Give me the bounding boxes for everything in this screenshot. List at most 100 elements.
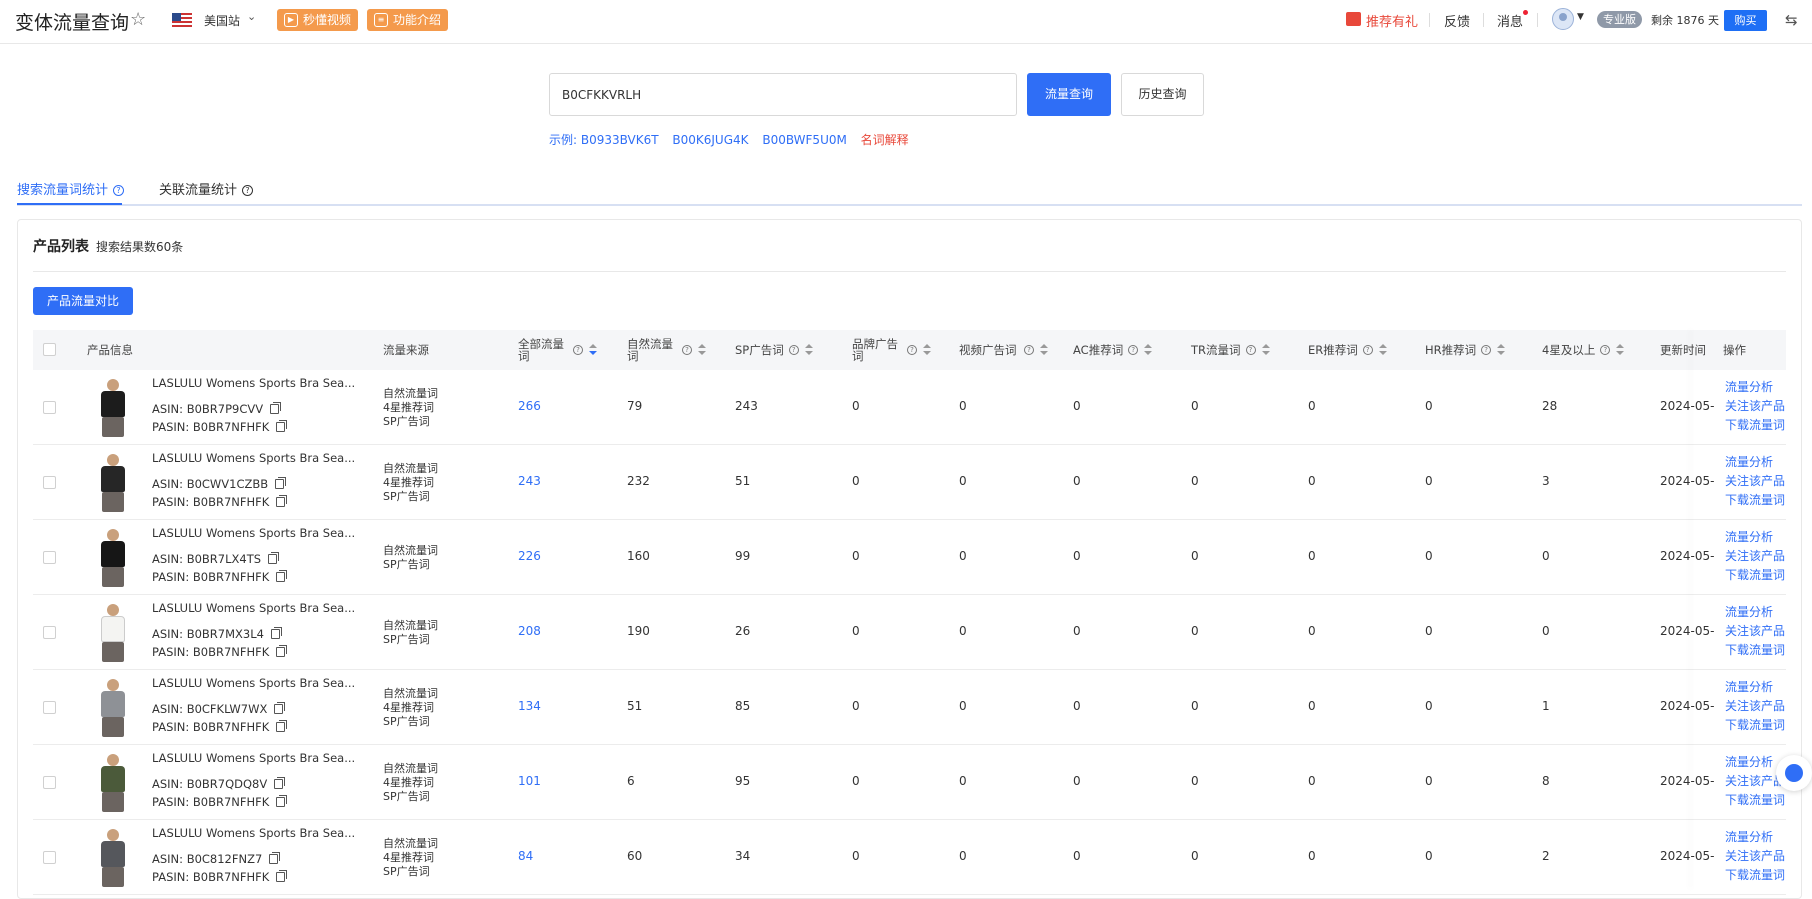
cell-all[interactable]: 266 [518,399,541,413]
select-all-checkbox[interactable] [43,343,56,356]
row-checkbox[interactable] [43,776,56,789]
col-er[interactable]: ER推荐词? [1308,330,1387,370]
cell-all[interactable]: 226 [518,549,541,563]
help-icon[interactable]: ? [1481,345,1492,355]
product-thumbnail[interactable] [93,452,133,512]
product-name[interactable]: LASLULU Womens Sports Bra Sea... [152,601,355,615]
follow-product-link[interactable]: 关注该产品 [1725,847,1785,866]
product-name[interactable]: LASLULU Womens Sports Bra Sea... [152,676,355,690]
product-thumbnail[interactable] [93,752,133,812]
row-checkbox[interactable] [43,476,56,489]
col-brand-ads[interactable]: 品牌广告词? [852,330,931,370]
copy-icon[interactable] [268,552,280,564]
help-icon[interactable]: ? [242,185,254,196]
cell-all[interactable]: 84 [518,849,533,863]
example-asin-2[interactable]: B00K6JUG4K [672,133,748,147]
avatar[interactable] [1552,8,1574,30]
traffic-analysis-link[interactable]: 流量分析 [1725,378,1785,397]
chevron-down-icon[interactable]: ⌄ [247,10,256,23]
copy-icon[interactable] [270,627,282,639]
cell-all[interactable]: 243 [518,474,541,488]
copy-icon[interactable] [276,420,288,432]
follow-product-link[interactable]: 关注该产品 [1725,472,1785,491]
copy-icon[interactable] [274,702,286,714]
help-icon[interactable]: ? [788,345,799,355]
customer-service-icon[interactable] [1776,755,1812,791]
follow-product-link[interactable]: 关注该产品 [1725,622,1785,641]
copy-icon[interactable] [276,645,288,657]
cell-all[interactable]: 134 [518,699,541,713]
follow-product-link[interactable]: 关注该产品 [1725,547,1785,566]
logout-icon[interactable]: ⇆ [1785,11,1798,29]
referral-link[interactable]: 推荐有礼 [1366,11,1418,30]
follow-product-link[interactable]: 关注该产品 [1725,697,1785,716]
row-checkbox[interactable] [43,851,56,864]
help-icon[interactable]: ? [907,345,917,355]
messages-link[interactable]: 消息 [1497,11,1523,30]
row-checkbox[interactable] [43,401,56,414]
copy-icon[interactable] [276,870,288,882]
traffic-analysis-link[interactable]: 流量分析 [1725,678,1785,697]
sort-icon[interactable] [698,344,706,356]
glossary-link[interactable]: 名词解释 [861,133,909,147]
sort-icon[interactable] [1261,344,1270,356]
download-keywords-link[interactable]: 下载流量词 [1725,791,1785,810]
cell-all[interactable]: 101 [518,774,541,788]
product-thumbnail[interactable] [93,677,133,737]
help-icon[interactable]: ? [1024,345,1034,355]
traffic-analysis-link[interactable]: 流量分析 [1725,603,1785,622]
help-icon[interactable]: ? [113,185,125,196]
product-name[interactable]: LASLULU Womens Sports Bra Sea... [152,826,355,840]
product-name[interactable]: LASLULU Womens Sports Bra Sea... [152,376,355,390]
asin-search-input[interactable] [549,73,1017,116]
row-checkbox[interactable] [43,551,56,564]
help-icon[interactable]: ? [1362,345,1373,355]
col-organic[interactable]: 自然流量词? [627,330,706,370]
sort-icon[interactable] [1144,344,1153,356]
caret-down-icon[interactable]: ▼ [1577,12,1584,22]
row-checkbox[interactable] [43,626,56,639]
product-thumbnail[interactable] [93,602,133,662]
video-button[interactable]: ▶ 秒懂视频 [277,9,359,31]
compare-traffic-button[interactable]: 产品流量对比 [33,287,133,315]
sort-icon[interactable] [804,344,813,356]
example-asin-3[interactable]: B00BWF5U0M [762,133,846,147]
buy-button[interactable]: 购买 [1724,10,1767,31]
help-icon[interactable]: ? [1600,345,1611,355]
col-sp-ads[interactable]: SP广告词? [735,330,813,370]
col-four-star[interactable]: 4星及以上? [1542,330,1625,370]
traffic-analysis-link[interactable]: 流量分析 [1725,828,1785,847]
copy-icon[interactable] [276,570,288,582]
help-icon[interactable]: ? [682,345,692,355]
site-selector[interactable]: 美国站 [204,12,240,29]
help-icon[interactable]: ? [1128,345,1139,355]
download-keywords-link[interactable]: 下载流量词 [1725,866,1785,885]
sort-icon[interactable] [589,344,597,356]
col-all-keywords[interactable]: 全部流量词? [518,330,597,370]
sort-icon[interactable] [923,344,931,356]
help-icon[interactable]: ? [573,345,583,355]
col-video-ads[interactable]: 视频广告词? [959,330,1048,370]
help-icon[interactable]: ? [1245,345,1256,355]
tab-search-traffic[interactable]: 搜索流量词统计? [17,179,125,198]
sort-icon[interactable] [1040,344,1048,356]
copy-icon[interactable] [276,495,288,507]
download-keywords-link[interactable]: 下载流量词 [1725,716,1785,735]
tab-related-traffic[interactable]: 关联流量统计? [159,179,254,198]
copy-icon[interactable] [276,795,288,807]
product-name[interactable]: LASLULU Womens Sports Bra Sea... [152,526,355,540]
product-thumbnail[interactable] [93,827,133,887]
row-checkbox[interactable] [43,701,56,714]
example-asin-1[interactable]: B0933BVK6T [581,133,659,147]
cell-all[interactable]: 208 [518,624,541,638]
col-ac[interactable]: AC推荐词? [1073,330,1153,370]
traffic-analysis-link[interactable]: 流量分析 [1725,528,1785,547]
feature-intro-button[interactable]: ≡ 功能介绍 [367,9,449,31]
copy-icon[interactable] [275,477,287,489]
download-keywords-link[interactable]: 下载流量词 [1725,641,1785,660]
follow-product-link[interactable]: 关注该产品 [1725,397,1785,416]
copy-icon[interactable] [270,402,282,414]
sort-icon[interactable] [1616,344,1625,356]
col-hr[interactable]: HR推荐词? [1425,330,1506,370]
col-tr[interactable]: TR流量词? [1191,330,1270,370]
